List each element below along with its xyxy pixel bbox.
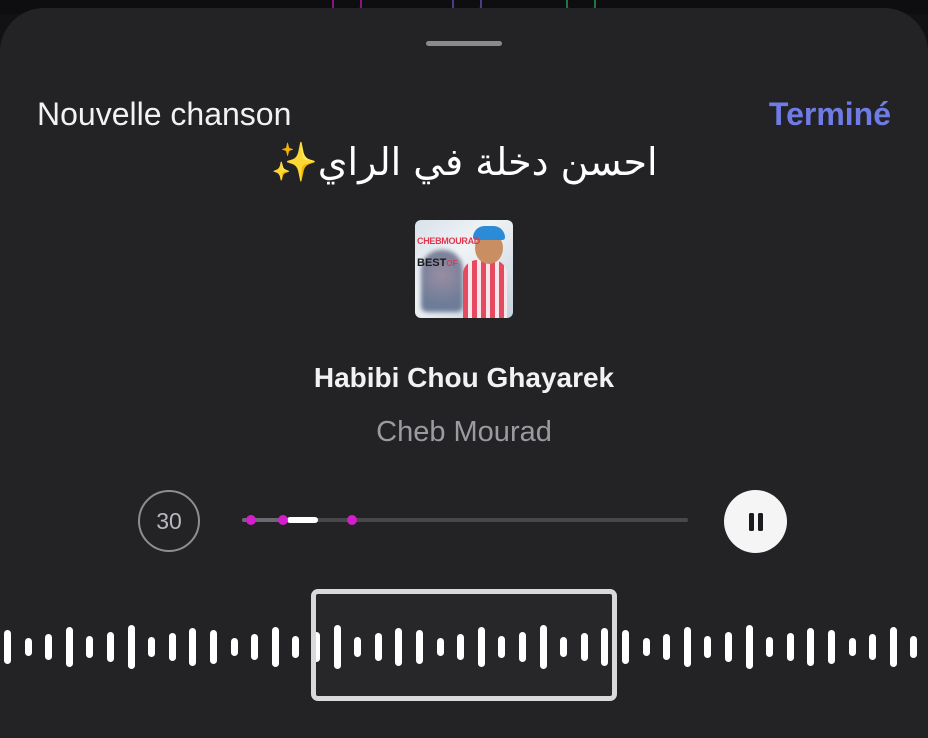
waveform-bar — [189, 628, 197, 666]
waveform-bar — [828, 630, 835, 664]
waveform-bar — [210, 630, 217, 664]
sheet-title: Nouvelle chanson — [37, 96, 292, 132]
waveform-bar — [24, 638, 32, 656]
waveform-bar — [65, 627, 73, 667]
waveform-bar — [869, 634, 877, 660]
waveform-bar — [148, 637, 156, 657]
artwork-banner: CHEBMOURAD — [417, 236, 480, 246]
waveform-bar — [622, 630, 629, 664]
skip-label: 30 — [156, 507, 182, 534]
waveform-bar — [86, 636, 94, 658]
waveform-bar — [4, 630, 11, 664]
waveform-bar — [745, 625, 753, 669]
waveform-bar — [766, 637, 774, 657]
waveform-bar — [45, 634, 53, 660]
progress-selection — [286, 517, 318, 523]
sparkles-icon: ✨ — [270, 140, 318, 184]
pause-icon — [748, 512, 763, 531]
waveform-bar — [168, 633, 176, 661]
caption: احسن دخلة في الراي✨ — [0, 140, 928, 185]
waveform-bar — [786, 633, 794, 661]
artwork-best: BESTOF — [417, 257, 458, 269]
waveform-bar — [292, 636, 300, 658]
sheet-grabber[interactable] — [426, 41, 502, 46]
waveform-bar — [889, 627, 897, 667]
waveform-bar — [807, 628, 815, 666]
pause-button[interactable] — [724, 490, 787, 553]
waveform-bar — [230, 638, 238, 656]
caption-text: احسن دخلة في الراي — [317, 140, 658, 184]
progress-marker — [245, 515, 256, 525]
album-artwork: CHEBMOURAD BESTOF — [415, 220, 513, 318]
waveform-bar — [725, 632, 732, 662]
selection-window[interactable] — [311, 589, 617, 701]
waveform-bar — [127, 625, 135, 669]
waveform-bar — [271, 627, 279, 667]
artist-name: Cheb Mourad — [376, 416, 552, 448]
waveform-bar — [848, 638, 856, 656]
waveform-bar — [683, 627, 691, 667]
waveform-bar — [910, 636, 918, 658]
waveform-bar — [704, 636, 712, 658]
waveform-bar — [642, 638, 650, 656]
waveform-bar — [107, 632, 114, 662]
waveform-bar — [251, 634, 259, 660]
waveform-bar — [663, 634, 671, 660]
progress-track[interactable] — [242, 515, 688, 525]
skip-30-button[interactable]: 30 — [138, 490, 200, 552]
done-button[interactable]: Terminé — [769, 96, 891, 133]
song-title: Habibi Chou Ghayarek — [313, 362, 615, 393]
